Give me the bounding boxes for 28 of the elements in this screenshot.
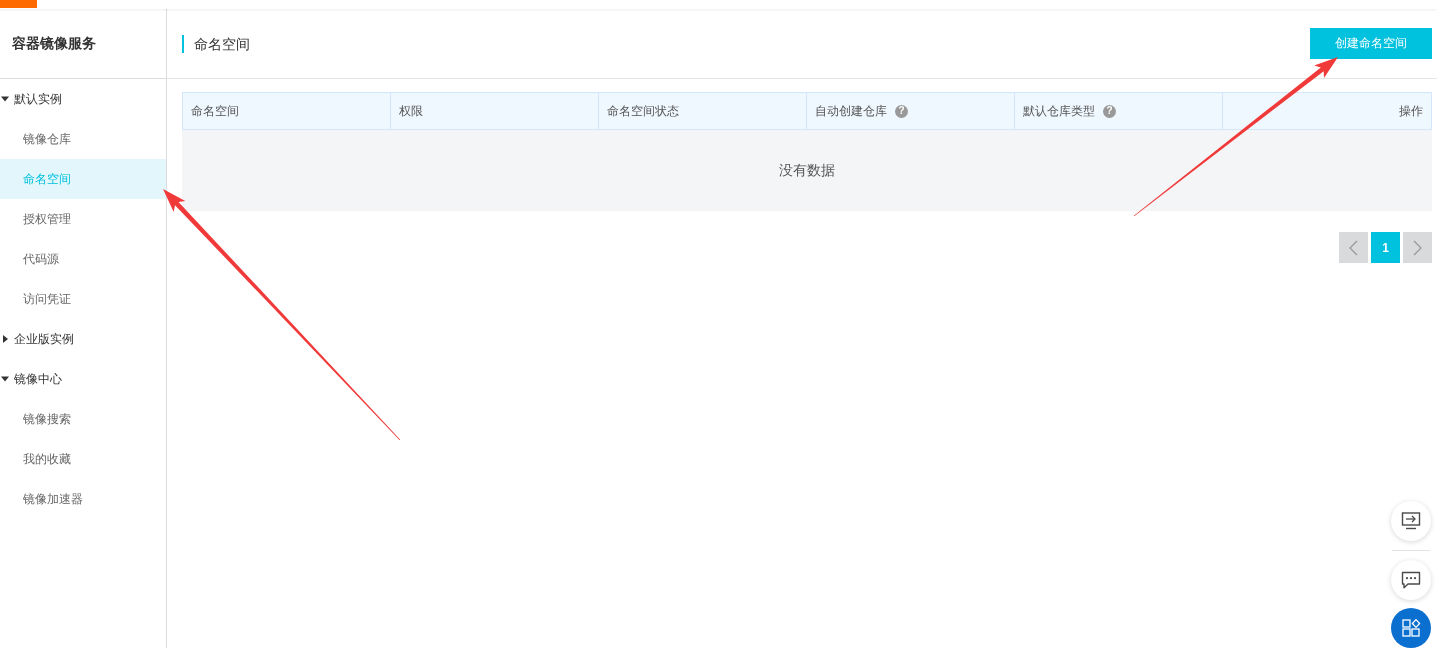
monitor-arrow-icon	[1401, 512, 1421, 530]
nav-item[interactable]: 访问凭证	[0, 279, 166, 319]
floating-tool-button[interactable]	[1391, 608, 1431, 648]
nav-item[interactable]: 我的收藏	[0, 439, 166, 479]
top-nav-accent	[0, 0, 37, 8]
empty-message: 没有数据	[779, 161, 835, 180]
nav-group[interactable]: 镜像中心	[0, 359, 166, 399]
chat-icon	[1401, 571, 1421, 589]
column-header: 命名空间状态	[607, 102, 679, 120]
column-header: 默认仓库类型	[1023, 102, 1095, 120]
page-title: 命名空间	[182, 34, 250, 53]
column-header: 命名空间	[191, 102, 239, 120]
floating-tool-button[interactable]	[1391, 560, 1431, 600]
chevron-left-icon	[1349, 239, 1358, 256]
column-header: 操作	[1399, 102, 1423, 120]
floating-tool-button[interactable]	[1391, 501, 1431, 541]
nav-item[interactable]: 镜像仓库	[0, 119, 166, 159]
sidebar-title: 容器镜像服务	[12, 34, 96, 53]
nav-group[interactable]: 默认实例	[0, 79, 166, 119]
nav-group[interactable]: 企业版实例	[0, 319, 166, 359]
nav-item[interactable]: 代码源	[0, 239, 166, 279]
column-header: 自动创建仓库	[815, 102, 887, 120]
chevron-right-icon	[1413, 239, 1422, 256]
apps-grid-icon	[1401, 619, 1421, 637]
nav-item[interactable]: 镜像加速器	[0, 479, 166, 519]
nav-item[interactable]: 镜像搜索	[0, 399, 166, 439]
nav-item[interactable]: 授权管理	[0, 199, 166, 239]
column-header: 权限	[399, 102, 423, 120]
